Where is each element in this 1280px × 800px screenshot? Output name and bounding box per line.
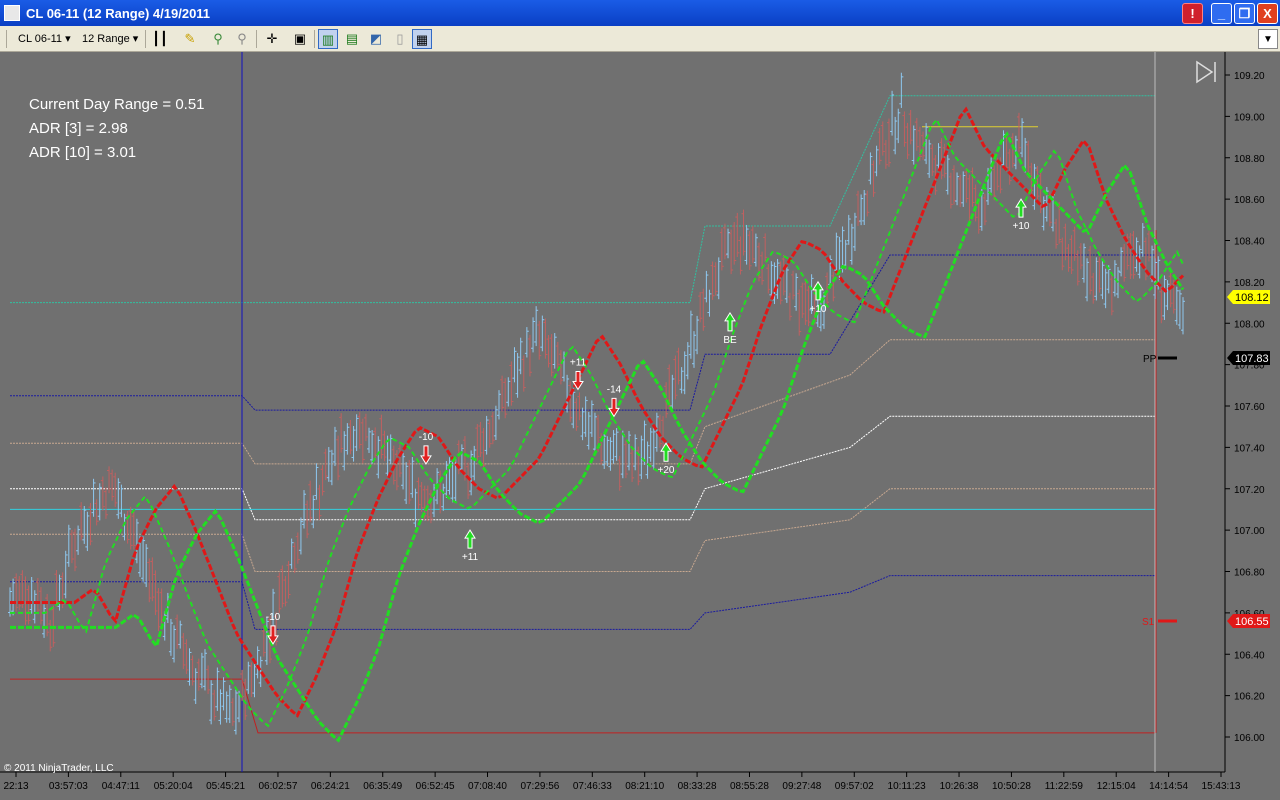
time-tick-label: 14:14:54 xyxy=(1149,781,1188,792)
pivot-value: 107.83 xyxy=(1235,353,1269,365)
time-tick-label: 08:33:28 xyxy=(678,781,717,792)
price-tick-label: 106.80 xyxy=(1234,568,1265,579)
maximize-button[interactable]: ❐ xyxy=(1234,3,1255,24)
chart-toolbar: CL 06-11 ▾ 12 Range ▾ ┃┃ ✎ ⚲ ⚲ ✛ ▣ ▥ ▤ ◩… xyxy=(0,26,1280,52)
crosshair-icon[interactable]: ✛ xyxy=(262,29,282,49)
zoom-in-icon[interactable]: ⚲ xyxy=(208,29,228,49)
time-tick-label: 22:13 xyxy=(3,781,28,792)
price-tick-label: 106.20 xyxy=(1234,692,1265,703)
time-tick-label: 07:46:33 xyxy=(573,781,612,792)
drawing-tools-icon[interactable]: ✎ xyxy=(180,29,200,49)
price-tick-label: 107.00 xyxy=(1234,526,1265,537)
chart-window-icon xyxy=(4,5,20,21)
pivot-tag: PP xyxy=(1143,354,1157,365)
time-tick-label: 08:55:28 xyxy=(730,781,769,792)
templates-icon[interactable]: ▦ xyxy=(412,29,432,49)
copyright-label: © 2011 NinjaTrader, LLC xyxy=(4,763,114,774)
instrument-selector[interactable]: CL 06-11 ▾ xyxy=(18,30,71,48)
price-tick-label: 108.60 xyxy=(1234,195,1265,206)
price-tick-label: 108.40 xyxy=(1234,237,1265,248)
time-tick-label: 07:08:40 xyxy=(468,781,507,792)
price-tick-label: 107.60 xyxy=(1234,402,1265,413)
close-button[interactable]: X xyxy=(1257,3,1278,24)
strategies-icon[interactable]: ◩ xyxy=(366,29,386,49)
signal-label: +10 xyxy=(1013,221,1030,232)
time-tick-label: 07:29:56 xyxy=(520,781,559,792)
price-tick-label: 107.40 xyxy=(1234,443,1265,454)
chevron-down-icon: ▾ xyxy=(132,33,139,45)
toolbar-grip xyxy=(6,30,7,48)
price-tick-label: 109.00 xyxy=(1234,112,1265,123)
time-tick-label: 05:45:21 xyxy=(206,781,245,792)
time-tick-label: 12:15:04 xyxy=(1097,781,1136,792)
time-tick-label: 10:11:23 xyxy=(888,781,927,792)
instrument-label: CL 06-11 xyxy=(18,33,63,45)
price-chart[interactable]: -10 -10 +11 +11 -14 +20 BE +10 +10 109.20 109.00 1… xyxy=(0,52,1280,800)
time-tick-label: 04:47:11 xyxy=(102,781,141,792)
title-bar: CL 06-11 (12 Range) 4/19/2011 ! _ ❐ X xyxy=(0,0,1280,26)
signal-label: -10 xyxy=(419,432,434,443)
properties-icon[interactable]: ▣ xyxy=(290,29,310,49)
price-tick-label: 106.40 xyxy=(1234,650,1265,661)
time-tick-label: 15:43:13 xyxy=(1202,781,1241,792)
time-tick-label: 06:02:57 xyxy=(258,781,297,792)
chart-trader-icon[interactable]: ▯ xyxy=(390,29,410,49)
period-label: 12 Range xyxy=(82,33,130,45)
time-tick-label: 06:35:49 xyxy=(363,781,402,792)
s1-value: 106.55 xyxy=(1235,616,1269,628)
time-tick-label: 03:57:03 xyxy=(49,781,88,792)
price-tick-label: 108.80 xyxy=(1234,154,1265,165)
signal-label: +20 xyxy=(658,465,675,476)
time-tick-label: 06:52:45 xyxy=(416,781,455,792)
time-tick-label: 09:57:02 xyxy=(835,781,874,792)
last-price-tag: 108.12 xyxy=(1227,290,1270,304)
signal-label: BE xyxy=(723,335,737,346)
signal-label: +10 xyxy=(810,304,827,315)
indicators-icon[interactable]: ▤ xyxy=(342,29,362,49)
signal-label: +11 xyxy=(570,357,587,368)
last-price-value: 108.12 xyxy=(1235,292,1269,304)
time-tick-label: 05:20:04 xyxy=(154,781,193,792)
minimize-button[interactable]: _ xyxy=(1211,3,1232,24)
period-selector[interactable]: 12 Range ▾ xyxy=(82,30,138,48)
toolbar-separator xyxy=(256,30,257,48)
scroll-menu-icon[interactable]: ▼ xyxy=(1258,29,1278,49)
pivot-price-tag: 107.83 xyxy=(1227,351,1270,365)
zoom-out-icon[interactable]: ⚲ xyxy=(232,29,252,49)
price-tick-label: 109.20 xyxy=(1234,71,1265,82)
time-tick-label: 10:50:28 xyxy=(992,781,1031,792)
time-tick-label: 10:26:38 xyxy=(940,781,979,792)
s1-price-tag: 106.55 xyxy=(1227,614,1270,628)
time-tick-label: 09:27:48 xyxy=(782,781,821,792)
price-tick-label: 106.00 xyxy=(1234,733,1265,744)
price-tick-label: 108.20 xyxy=(1234,278,1265,289)
price-tick-label: 107.20 xyxy=(1234,485,1265,496)
adr3-label: ADR [3] = 2.98 xyxy=(29,120,128,137)
signal-label: -10 xyxy=(266,612,281,623)
current-day-range-label: Current Day Range = 0.51 xyxy=(29,96,205,113)
toolbar-separator xyxy=(145,30,146,48)
price-tick-label: 108.00 xyxy=(1234,319,1265,330)
time-tick-label: 11:22:59 xyxy=(1045,781,1084,792)
signal-label: -14 xyxy=(607,384,622,395)
bar-style-icon[interactable]: ┃┃ xyxy=(150,29,170,49)
toolbar-separator xyxy=(314,30,315,48)
time-tick-label: 08:21:10 xyxy=(625,781,664,792)
adr10-label: ADR [10] = 3.01 xyxy=(29,144,136,161)
time-tick-label: 06:24:21 xyxy=(311,781,350,792)
s1-tag: S1 xyxy=(1142,617,1155,628)
chevron-down-icon: ▾ xyxy=(65,33,71,45)
window-title: CL 06-11 (12 Range) 4/19/2011 xyxy=(26,6,211,21)
chart-background xyxy=(0,52,1280,800)
signal-label: +11 xyxy=(462,552,479,563)
data-series-icon[interactable]: ▥ xyxy=(318,29,338,49)
alert-button[interactable]: ! xyxy=(1182,3,1203,24)
